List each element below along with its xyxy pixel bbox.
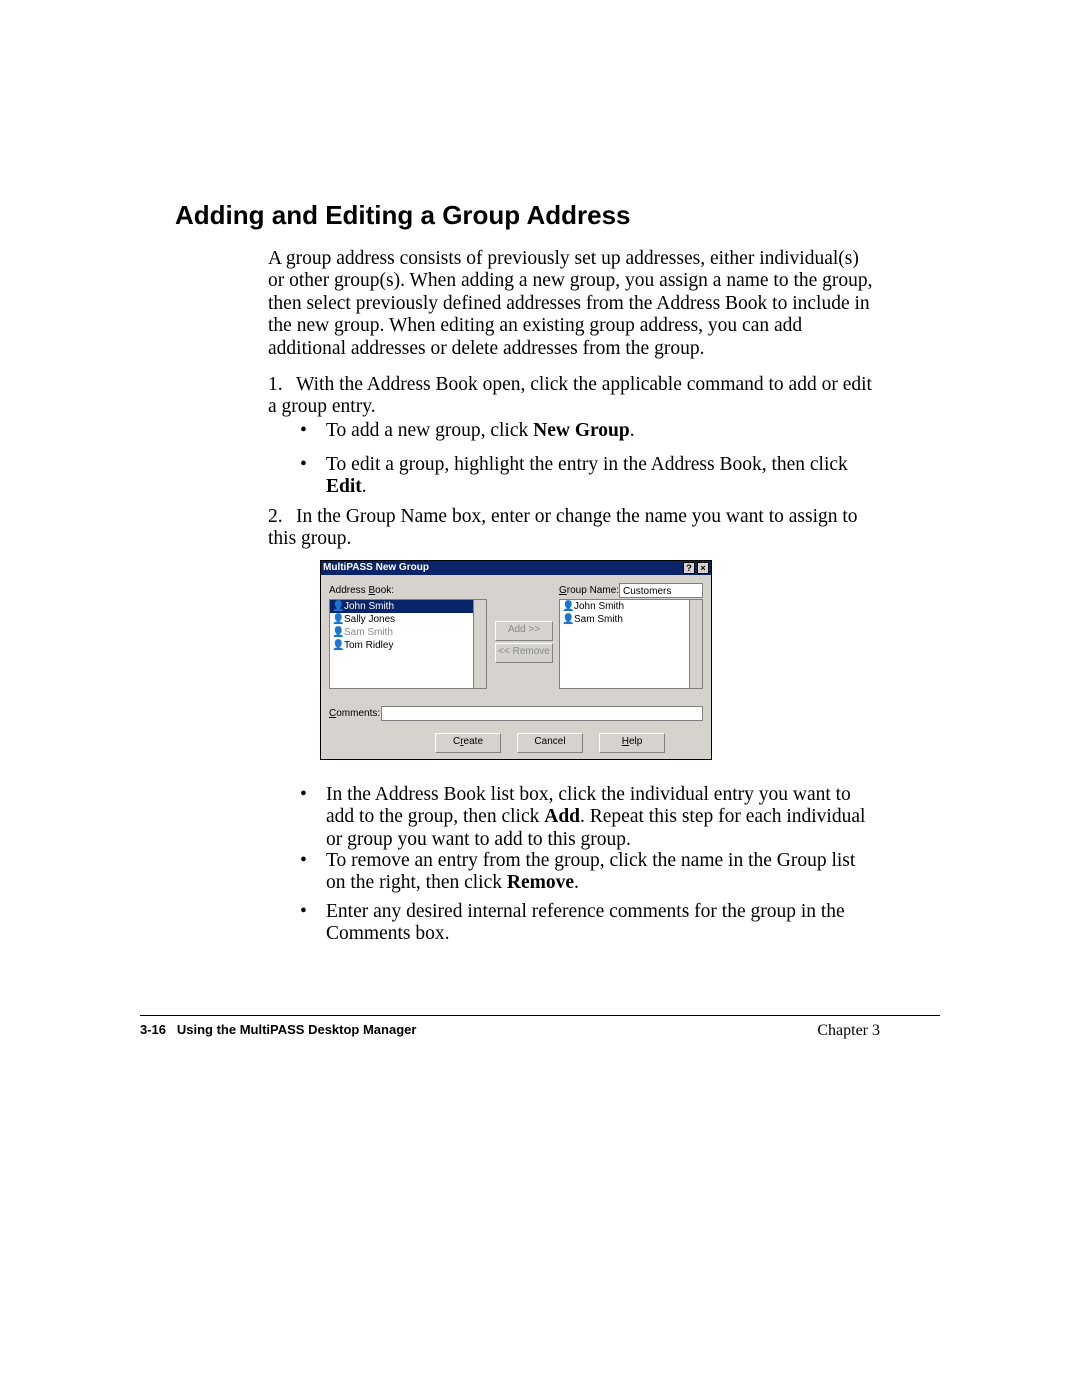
sb-add-bold: New Group: [533, 420, 630, 441]
intro-paragraph: A group address consists of previously s…: [268, 248, 878, 360]
step-2-text: In the Group Name box, enter or change t…: [268, 506, 858, 549]
address-book-listbox[interactable]: 👤John Smith 👤Sally Jones 👤Sam Smith 👤Tom…: [329, 599, 487, 689]
comments-input[interactable]: [381, 706, 703, 721]
add-button[interactable]: Add >>: [495, 621, 553, 641]
sb-edit-a: To edit a group, highlight the entry in …: [326, 454, 848, 475]
sub-bullet-addlist: •In the Address Book list box, click the…: [300, 784, 878, 851]
step-2-number: 2.: [268, 506, 296, 528]
help-icon[interactable]: ?: [683, 562, 695, 574]
bullet-icon: •: [300, 901, 326, 923]
bullet-icon: •: [300, 784, 326, 806]
help-button[interactable]: Help: [599, 733, 665, 753]
sub-bullet-edit: •To edit a group, highlight the entry in…: [300, 454, 878, 499]
step-2: 2.In the Group Name box, enter or change…: [268, 506, 878, 551]
address-book-label: Address Book:: [329, 585, 394, 596]
sub-bullet-add: •To add a new group, click New Group.: [300, 420, 878, 442]
list-item[interactable]: 👤Sam Smith: [330, 626, 486, 639]
close-icon[interactable]: ×: [697, 562, 709, 574]
list-item[interactable]: 👤John Smith: [330, 600, 486, 613]
bullet-icon: •: [300, 850, 326, 872]
person-icon: 👤: [562, 601, 574, 612]
footer-title: Using the MultiPASS Desktop Manager: [177, 1022, 417, 1037]
sub-bullet-remove: •To remove an entry from the group, clic…: [300, 850, 878, 895]
list-item[interactable]: 👤Tom Ridley: [330, 639, 486, 652]
list-item[interactable]: 👤Sam Smith: [560, 613, 702, 626]
step-1-number: 1.: [268, 374, 296, 396]
person-icon: 👤: [332, 627, 344, 638]
group-name-label: Group Name:: [559, 585, 619, 596]
sb3-bold: Add: [544, 806, 580, 827]
person-icon: 👤: [332, 640, 344, 651]
step-1: 1.With the Address Book open, click the …: [268, 374, 878, 419]
bullet-icon: •: [300, 420, 326, 442]
person-icon: 👤: [562, 614, 574, 625]
list-item[interactable]: 👤John Smith: [560, 600, 702, 613]
person-icon: 👤: [332, 601, 344, 612]
sb4-a: To remove an entry from the group, click…: [326, 850, 855, 893]
comments-label: Comments:: [329, 708, 380, 719]
scrollbar[interactable]: [689, 600, 702, 688]
sb-add-c: .: [630, 420, 635, 441]
dialog-title: MultiPASS New Group: [323, 562, 429, 573]
bullet-icon: •: [300, 454, 326, 476]
dialog-titlebar[interactable]: MultiPASS New Group ? ×: [321, 561, 711, 575]
sb-edit-c: .: [362, 476, 367, 497]
footer-rule: [140, 1015, 940, 1016]
cancel-button[interactable]: Cancel: [517, 733, 583, 753]
person-icon: 👤: [332, 614, 344, 625]
new-group-dialog: MultiPASS New Group ? × Address Book: 👤J…: [320, 560, 712, 760]
group-members-listbox[interactable]: 👤John Smith 👤Sam Smith: [559, 599, 703, 689]
create-button[interactable]: Create: [435, 733, 501, 753]
remove-button[interactable]: << Remove: [495, 643, 553, 663]
sub-bullet-comments: •Enter any desired internal reference co…: [300, 901, 878, 946]
group-name-input[interactable]: Customers: [619, 583, 703, 598]
scrollbar[interactable]: [473, 600, 486, 688]
sb5-text: Enter any desired internal reference com…: [326, 901, 845, 944]
sb4-bold: Remove: [507, 872, 574, 893]
page-number: 3-16: [140, 1022, 166, 1037]
document-page: Adding and Editing a Group Address A gro…: [0, 0, 1080, 1397]
section-heading: Adding and Editing a Group Address: [175, 200, 630, 231]
list-item[interactable]: 👤Sally Jones: [330, 613, 486, 626]
footer-chapter: Chapter 3: [817, 1022, 880, 1040]
sb4-c: .: [574, 872, 579, 893]
sb-edit-bold: Edit: [326, 476, 362, 497]
footer-left: 3-16 Using the MultiPASS Desktop Manager: [140, 1022, 416, 1037]
step-1-text: With the Address Book open, click the ap…: [268, 374, 872, 417]
sb-add-a: To add a new group, click: [326, 420, 533, 441]
